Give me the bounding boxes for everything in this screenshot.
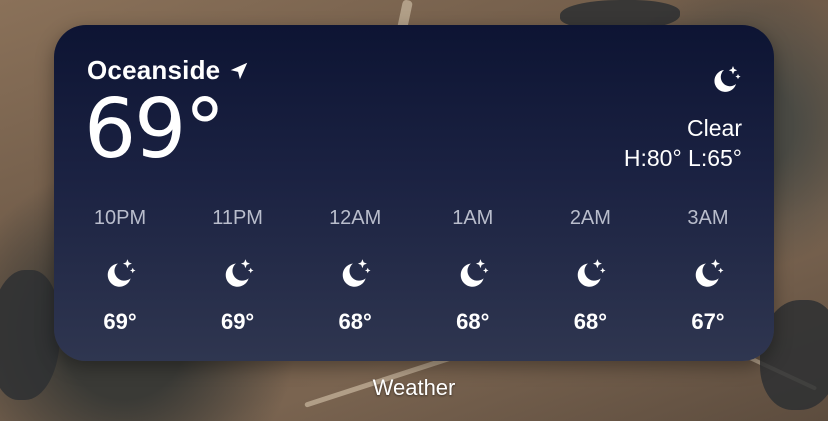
widget-app-label: Weather (372, 375, 456, 400)
hourly-item: 2AM 68° (544, 207, 636, 335)
hour-temp: 68° (456, 309, 490, 334)
hour-temp: 69° (103, 309, 137, 334)
moon-stars-icon (225, 259, 254, 287)
hourly-forecast: 10PM 69° 11PM 69° 12AM 68° 1AM 68° 2AM 6… (74, 207, 754, 335)
hour-time: 2AM (569, 207, 611, 229)
weather-widget[interactable]: Oceanside 69° Clear H:80° L:65° 10PM 69°… (54, 25, 774, 361)
hourly-item: 3AM 67° (662, 207, 754, 335)
current-temperature: 69° (84, 82, 225, 177)
hour-time: 1AM (452, 207, 494, 229)
hour-temp: 69° (220, 309, 255, 334)
condition-summary: Clear H:80° L:65° (624, 113, 742, 173)
moon-stars-icon (714, 66, 741, 92)
high-low-text: H:80° L:65° (623, 145, 742, 171)
moon-stars-icon (695, 259, 724, 287)
hourly-item: 10PM 69° (74, 207, 166, 335)
moon-stars-icon (342, 259, 371, 287)
moon-stars-icon (460, 259, 489, 287)
hour-time: 3AM (687, 207, 729, 229)
hourly-item: 11PM 69° (192, 207, 284, 335)
hour-time: 12AM (329, 207, 382, 229)
condition-text: Clear (687, 115, 742, 141)
moon-stars-icon (107, 259, 136, 287)
moon-stars-icon (578, 259, 606, 287)
hour-time: 10PM (93, 207, 147, 229)
hour-temp: 68° (338, 309, 372, 334)
hour-time: 11PM (212, 207, 263, 229)
hourly-item: 12AM 68° (309, 207, 401, 335)
hour-temp: 68° (573, 309, 608, 334)
hour-temp: 67° (691, 309, 725, 334)
hourly-item: 1AM 68° (427, 207, 519, 335)
location-arrow-icon (231, 62, 248, 79)
